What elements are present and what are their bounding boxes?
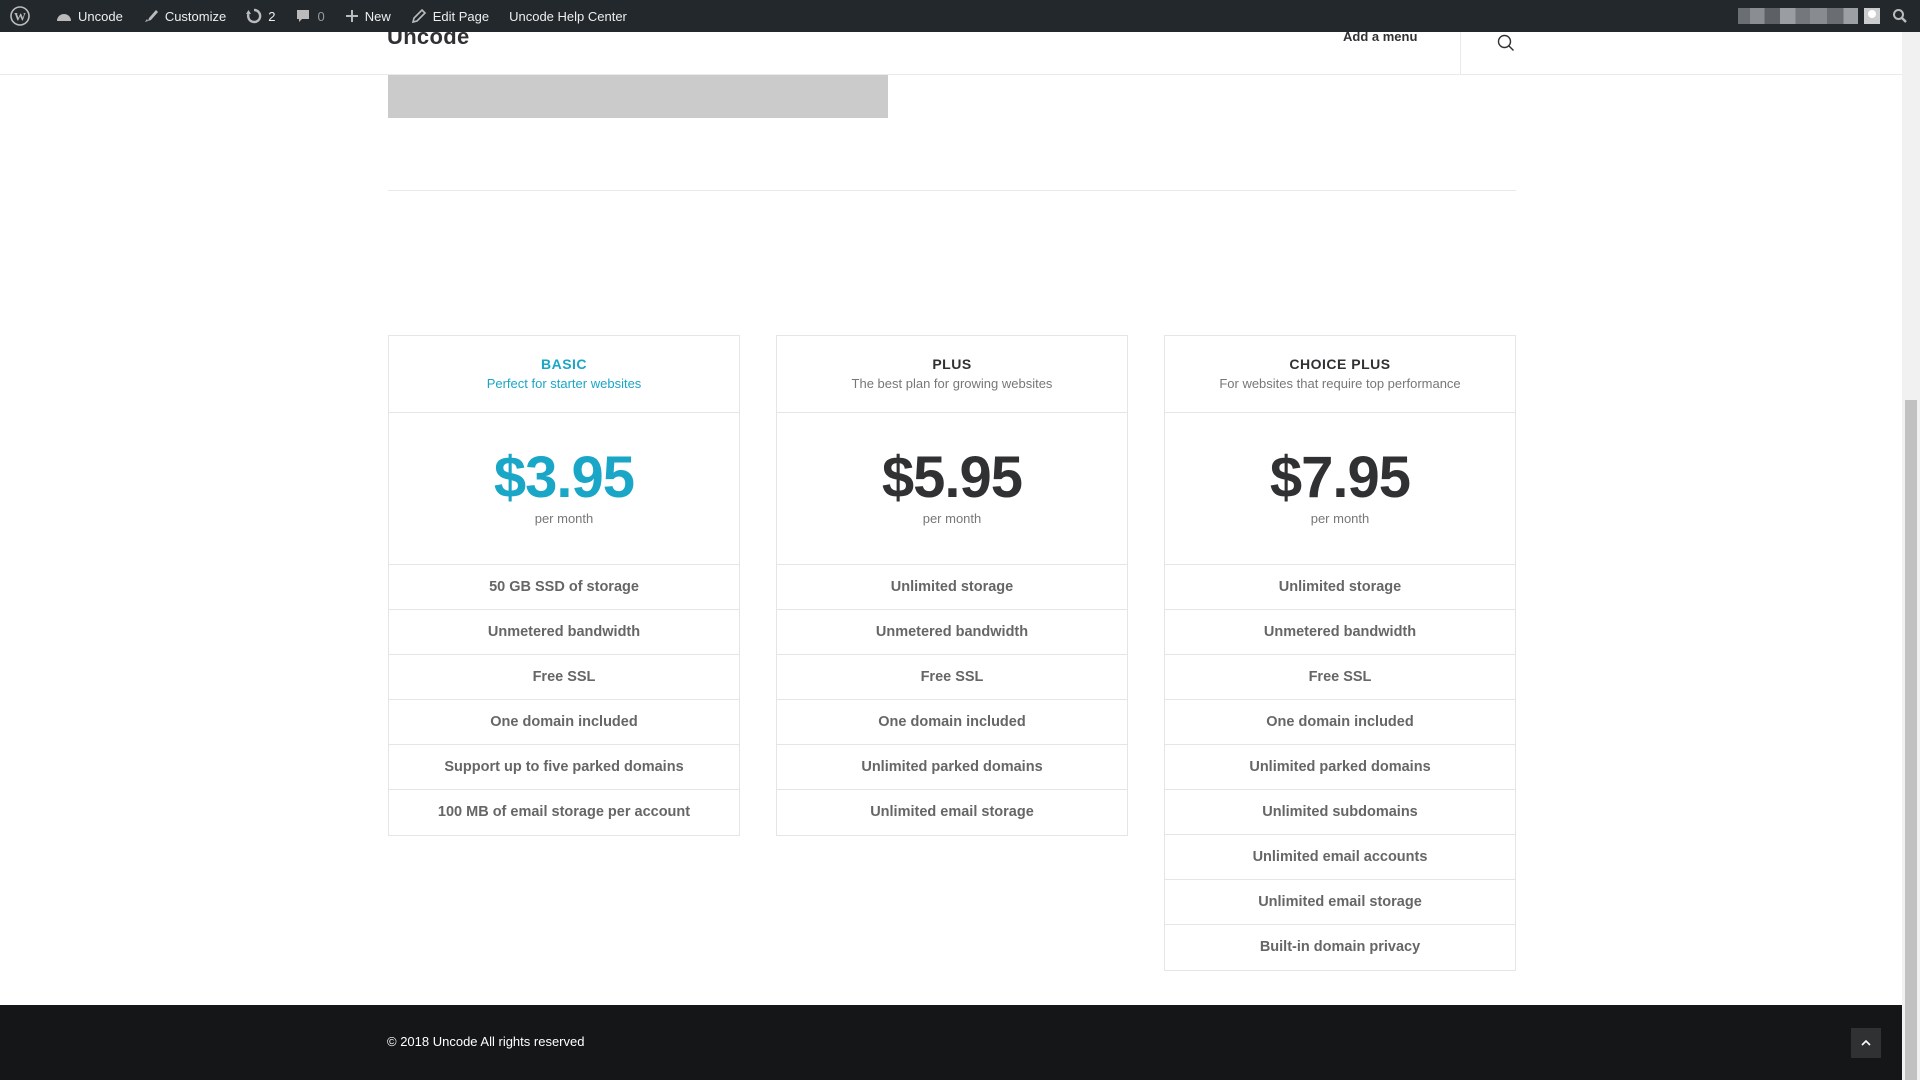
- pricing-plan-choice-plus: CHOICE PLUS For websites that require to…: [1164, 335, 1516, 971]
- chevron-up-icon: [1861, 1039, 1871, 1046]
- help-center-link[interactable]: Uncode Help Center: [499, 0, 637, 32]
- plan-feature: One domain included: [777, 700, 1127, 745]
- wordpress-logo-icon[interactable]: W: [0, 0, 46, 32]
- add-menu-link[interactable]: Add a menu: [1343, 30, 1417, 44]
- copyright-text: © 2018 Uncode All rights reserved: [387, 1034, 585, 1049]
- plan-feature: One domain included: [389, 700, 739, 745]
- plan-feature: Unmetered bandwidth: [777, 610, 1127, 655]
- edit-page-link[interactable]: Edit Page: [401, 0, 499, 32]
- plan-feature: Free SSL: [777, 655, 1127, 700]
- plan-price-block: $7.95 per month: [1165, 413, 1515, 565]
- plan-subtitle: Perfect for starter websites: [486, 376, 642, 391]
- header-divider: [1460, 32, 1461, 75]
- plan-feature: Unlimited storage: [1165, 565, 1515, 610]
- comment-icon: [297, 10, 310, 22]
- plan-feature: One domain included: [1165, 700, 1515, 745]
- updates-icon: [246, 8, 262, 24]
- plan-name: CHOICE PLUS: [1289, 356, 1391, 372]
- plus-icon: [345, 10, 358, 22]
- plan-period: per month: [1310, 511, 1370, 526]
- site-name-link[interactable]: Uncode: [46, 0, 133, 32]
- plan-feature: Unmetered bandwidth: [1165, 610, 1515, 655]
- plan-feature: Unlimited storage: [777, 565, 1127, 610]
- search-icon[interactable]: [1497, 34, 1515, 57]
- image-placeholder: [388, 75, 888, 118]
- avatar[interactable]: [1864, 8, 1880, 24]
- plan-header: PLUS The best plan for growing websites: [777, 336, 1127, 413]
- plan-feature: Built-in domain privacy: [1259, 939, 1421, 955]
- admin-search-icon[interactable]: [1892, 8, 1920, 24]
- site-header: Uncode Add a menu: [0, 26, 1902, 75]
- plan-feature: Unlimited email accounts: [1165, 835, 1515, 880]
- customize-label: Customize: [164, 8, 227, 24]
- plan-feature: 50 GB SSD of storage: [389, 565, 739, 610]
- scroll-to-top-button[interactable]: [1851, 1028, 1881, 1058]
- plan-feature: Unlimited subdomains: [1165, 790, 1515, 835]
- divider: [388, 190, 1516, 191]
- plan-period: per month: [534, 511, 594, 526]
- customize-link[interactable]: Customize: [133, 0, 236, 32]
- plan-feature: Support up to five parked domains: [389, 745, 739, 790]
- plan-header: CHOICE PLUS For websites that require to…: [1165, 336, 1515, 413]
- plan-period: per month: [922, 511, 982, 526]
- plan-feature: Free SSL: [389, 655, 739, 700]
- plan-feature: Unlimited parked domains: [777, 745, 1127, 790]
- scrollbar[interactable]: [1902, 32, 1920, 1080]
- plan-name: PLUS: [932, 356, 972, 372]
- plan-price: $3.95: [493, 445, 635, 510]
- plan-price: $7.95: [1269, 445, 1411, 510]
- plan-feature: 100 MB of email storage per account: [437, 804, 691, 820]
- plan-price-block: $3.95 per month: [389, 413, 739, 565]
- comments-count: 0: [317, 8, 325, 24]
- plan-subtitle: For websites that require top performanc…: [1219, 376, 1461, 391]
- plan-feature: Unmetered bandwidth: [389, 610, 739, 655]
- plan-feature: Unlimited email storage: [1165, 880, 1515, 925]
- site-footer: © 2018 Uncode All rights reserved: [0, 1005, 1902, 1080]
- edit-page-label: Edit Page: [432, 8, 490, 24]
- plan-subtitle: The best plan for growing websites: [851, 376, 1053, 391]
- site-name-label: Uncode: [78, 8, 123, 24]
- plan-feature: Unlimited parked domains: [1165, 745, 1515, 790]
- plan-feature: Free SSL: [1165, 655, 1515, 700]
- plan-price: $5.95: [881, 445, 1023, 510]
- plan-name: BASIC: [540, 356, 588, 372]
- dashboard-icon: [57, 14, 71, 21]
- plan-header: BASIC Perfect for starter websites: [389, 336, 739, 413]
- pencil-icon: [411, 8, 426, 24]
- comments-link[interactable]: 0: [285, 0, 334, 32]
- scrollbar-thumb[interactable]: [1905, 400, 1917, 1080]
- site-logo[interactable]: Uncode: [387, 26, 469, 48]
- plan-feature: Unlimited email storage: [870, 804, 1034, 820]
- pricing-plan-plus: PLUS The best plan for growing websites …: [776, 335, 1128, 836]
- new-label: New: [364, 8, 391, 24]
- user-name-blurred[interactable]: [1738, 8, 1858, 24]
- new-content-link[interactable]: New: [335, 0, 401, 32]
- svg-text:W: W: [14, 10, 26, 24]
- pricing-plan-basic: BASIC Perfect for starter websites $3.95…: [388, 335, 740, 836]
- updates-link[interactable]: 2: [236, 0, 285, 32]
- updates-count: 2: [268, 8, 276, 24]
- brush-icon: [144, 10, 158, 22]
- plan-price-block: $5.95 per month: [777, 413, 1127, 565]
- help-center-label: Uncode Help Center: [509, 8, 627, 24]
- wp-admin-bar: W Uncode Customize 2 0 New Edit Page Unc…: [0, 0, 1920, 32]
